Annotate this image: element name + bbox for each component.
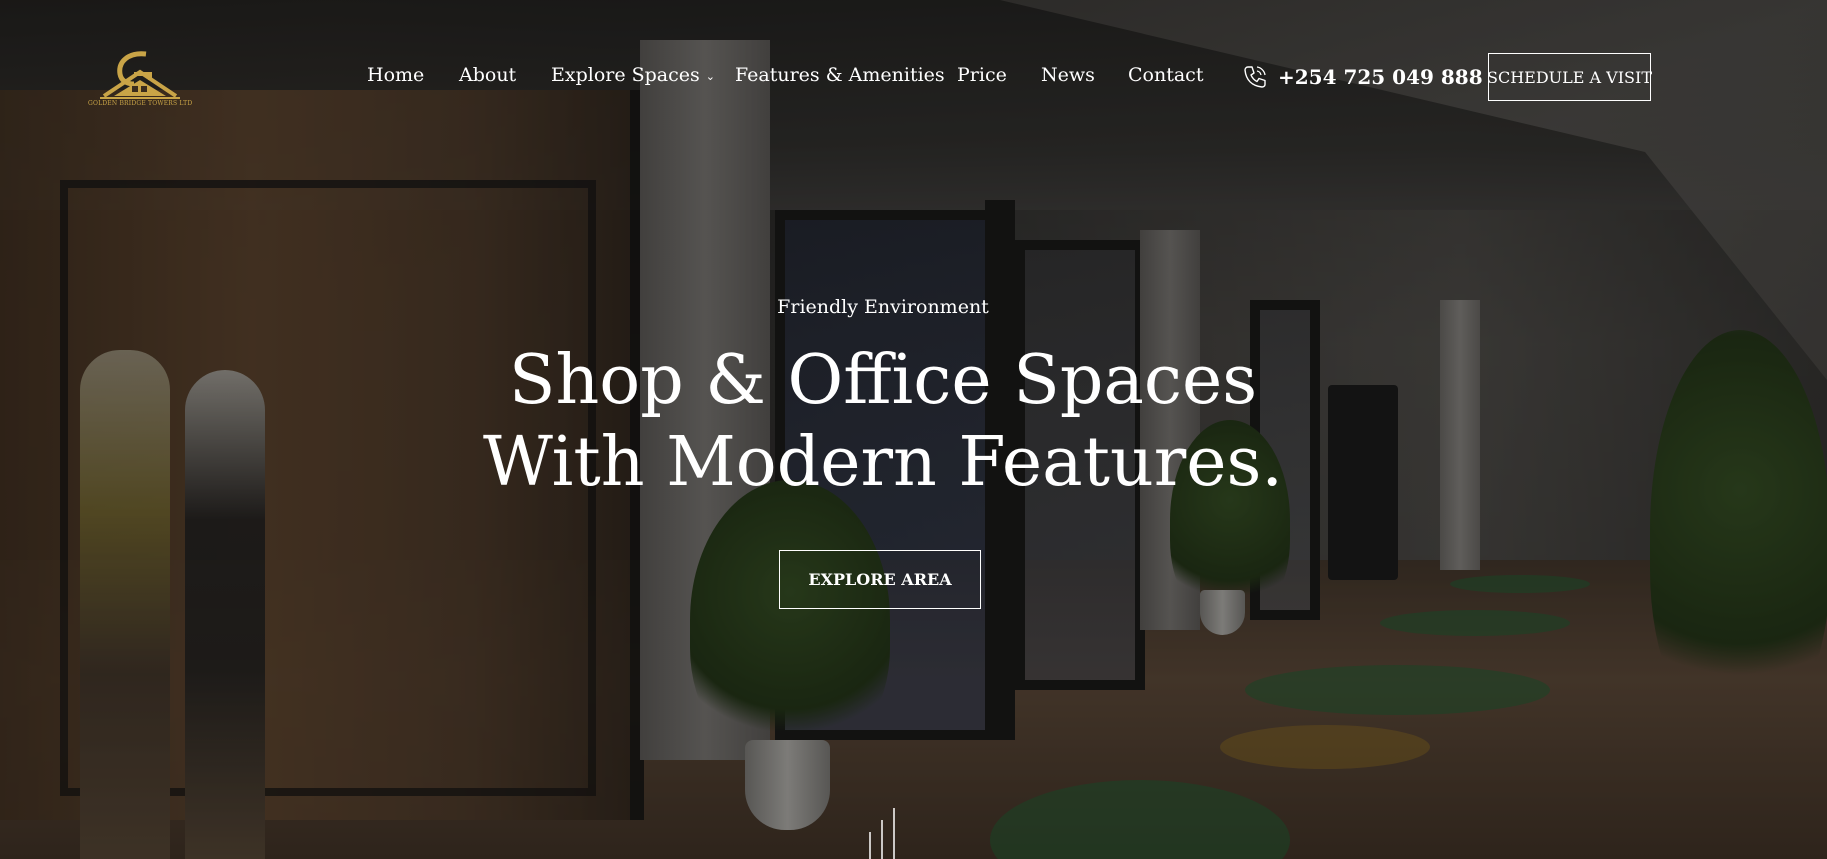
- nav-news[interactable]: News: [1041, 64, 1095, 86]
- phone-number[interactable]: +254 725 049 888: [1278, 65, 1483, 89]
- nav-features-amenities-label: Features & Amenities: [735, 64, 945, 86]
- phone-icon: [1244, 66, 1266, 88]
- nav-contact-label: Contact: [1128, 64, 1204, 86]
- nav-contact[interactable]: Contact: [1128, 64, 1203, 86]
- scroll-down-indicator[interactable]: [868, 808, 898, 859]
- nav-about-label: About: [459, 64, 517, 86]
- nav-features-amenities[interactable]: Features & Amenities: [735, 64, 945, 86]
- nav-explore-spaces[interactable]: Explore Spaces ⌄: [551, 64, 715, 86]
- nav-news-label: News: [1041, 64, 1095, 86]
- hero-section: GOLDEN BRIDGE TOWERS LTD Home About Expl…: [0, 0, 1827, 859]
- hero-headline-line2: With Modern Features.: [482, 423, 1284, 502]
- nav-explore-spaces-label: Explore Spaces: [551, 64, 700, 86]
- hero-headline: Shop & Office Spaces With Modern Feature…: [0, 340, 1766, 504]
- explore-area-button[interactable]: EXPLORE AREA: [779, 550, 981, 609]
- hero-eyebrow: Friendly Environment: [777, 296, 989, 318]
- nav-home[interactable]: Home: [367, 64, 424, 86]
- nav-price-label: Price: [957, 64, 1007, 86]
- logo-caption: GOLDEN BRIDGE TOWERS LTD: [88, 100, 193, 107]
- chevron-down-icon: ⌄: [705, 69, 715, 83]
- nav-about[interactable]: About: [459, 64, 516, 86]
- nav-home-label: Home: [367, 64, 425, 86]
- phone-link[interactable]: +254 725 049 888: [1242, 62, 1483, 92]
- hero-headline-line1: Shop & Office Spaces: [508, 341, 1258, 420]
- schedule-visit-button[interactable]: SCHEDULE A VISIT: [1487, 53, 1652, 101]
- nav-price[interactable]: Price: [957, 64, 1007, 86]
